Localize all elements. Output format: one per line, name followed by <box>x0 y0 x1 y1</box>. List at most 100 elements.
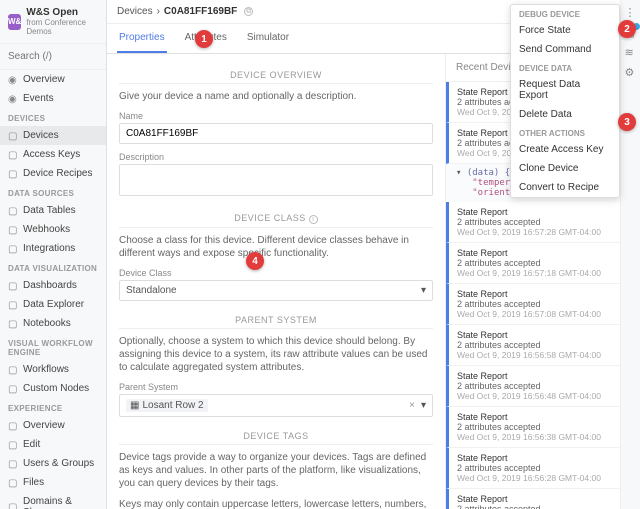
state-item[interactable]: State Report2 attributes acceptedWed Oct… <box>446 284 640 325</box>
callout-4: 4 <box>246 252 264 270</box>
callout-1: 1 <box>195 30 213 48</box>
parent-select[interactable]: ▦Losant Row 2 ×▾ <box>119 394 433 417</box>
nav-item[interactable]: ▢Dashboards <box>0 276 106 295</box>
nav-icon: ▢ <box>8 244 18 254</box>
menu-send-command[interactable]: Send Command <box>511 40 619 59</box>
nav-item[interactable]: ▢Data Explorer <box>0 295 106 314</box>
search-input[interactable] <box>8 48 98 65</box>
nav-item[interactable]: ▢Files <box>0 473 106 492</box>
breadcrumb-current: C0A81FF169BF <box>164 6 237 17</box>
nav-item[interactable]: ▢Device Recipes <box>0 164 106 183</box>
state-item[interactable]: State Report2 attributes acceptedWed Oct… <box>446 448 640 489</box>
org-switcher[interactable]: W& W&S Open from Conference Demos <box>0 0 106 44</box>
description-input[interactable] <box>119 164 433 196</box>
nav-item[interactable]: ▢Overview <box>0 416 106 435</box>
menu-request-export[interactable]: Request Data Export <box>511 75 619 105</box>
org-badge: W& <box>8 14 21 30</box>
nav-icon: ▢ <box>8 384 18 394</box>
settings-icon[interactable]: ⚙ <box>625 66 637 78</box>
tab-properties[interactable]: Properties <box>117 24 167 53</box>
form-column: DEVICE OVERVIEW Give your device a name … <box>107 54 446 509</box>
nav-icon: ▢ <box>8 478 18 488</box>
copy-icon[interactable]: ⧉ <box>244 7 253 16</box>
nav-icon: ▢ <box>8 300 18 310</box>
nav-icon: ▢ <box>8 421 18 431</box>
nav-item[interactable]: ▢Devices <box>0 126 106 145</box>
nav-item[interactable]: ▢Integrations <box>0 239 106 258</box>
tags-desc2: Keys may only contain uppercase letters,… <box>119 498 433 509</box>
nav-icon: ▢ <box>8 319 18 329</box>
callout-3: 3 <box>618 113 636 131</box>
nav-icon: ◉ <box>8 75 18 85</box>
nav-icon: ▢ <box>8 281 18 291</box>
menu-section: OTHER ACTIONS <box>511 124 619 140</box>
overview-desc: Give your device a name and optionally a… <box>119 90 433 103</box>
menu-create-key[interactable]: Create Access Key <box>511 140 619 159</box>
nav-section-label: VISUAL WORKFLOW ENGINE <box>0 333 106 360</box>
state-item[interactable]: State Report2 attributes acceptedWed Oct… <box>446 243 640 284</box>
state-item[interactable]: State Report2 attributes acceptedWed Oct… <box>446 366 640 407</box>
right-rail: ⋮ ◫ ≋ ⚙ <box>620 0 640 509</box>
clear-icon[interactable]: × <box>409 400 415 411</box>
parent-desc: Optionally, choose a system to which thi… <box>119 335 433 374</box>
nav-section-label: DATA VISUALIZATION <box>0 258 106 276</box>
nav-icon: ▢ <box>8 440 18 450</box>
nav-icon: ▢ <box>8 365 18 375</box>
nav-section-label: DATA SOURCES <box>0 183 106 201</box>
nav-icon: ▢ <box>8 150 18 160</box>
callout-2: 2 <box>618 20 636 38</box>
menu-clone[interactable]: Clone Device <box>511 159 619 178</box>
menu-icon[interactable]: ⋮ <box>625 6 637 18</box>
state-item[interactable]: State Report2 attributes acceptedWed Oct… <box>446 325 640 366</box>
state-item[interactable]: State Report2 attributes acceptedWed Oct… <box>446 202 640 243</box>
tags-desc1: Device tags provide a way to organize yo… <box>119 451 433 490</box>
org-sub: from Conference Demos <box>26 18 98 36</box>
nav-item[interactable]: ◉Events <box>0 89 106 108</box>
nav-icon: ▢ <box>8 131 18 141</box>
chevron-down-icon: ▾ <box>421 285 426 296</box>
menu-section: DEBUG DEVICE <box>511 5 619 21</box>
menu-force-state[interactable]: Force State <box>511 21 619 40</box>
nav-item[interactable]: ▢Custom Nodes <box>0 379 106 398</box>
description-label: Description <box>119 152 433 162</box>
section-overview: DEVICE OVERVIEW <box>119 64 433 84</box>
nav-icon: ▢ <box>8 206 18 216</box>
nav-item[interactable]: ▢Webhooks <box>0 220 106 239</box>
nav-section-label: DEVICES <box>0 108 106 126</box>
nav-item[interactable]: ▢Edit <box>0 435 106 454</box>
nav-item[interactable]: ◉Overview <box>0 70 106 89</box>
nav-item[interactable]: ▢Data Tables <box>0 201 106 220</box>
deviceclass-label: Device Class <box>119 268 433 278</box>
sidebar: W& W&S Open from Conference Demos ◉Overv… <box>0 0 107 509</box>
nav-item[interactable]: ▢Access Keys <box>0 145 106 164</box>
section-parent: PARENT SYSTEM <box>119 309 433 329</box>
org-name: W&S Open <box>26 7 98 18</box>
nav-item[interactable]: ▢Domains & Slugs <box>0 492 106 509</box>
menu-section: DEVICE DATA <box>511 59 619 75</box>
menu-recipe[interactable]: Convert to Recipe <box>511 178 619 197</box>
chevron-down-icon: ▾ <box>421 400 426 411</box>
deviceclass-select[interactable]: Standalone▾ <box>119 280 433 301</box>
nav-section-label: EXPERIENCE <box>0 398 106 416</box>
name-input[interactable] <box>119 123 433 144</box>
debug-menu: DEBUG DEVICE Force State Send Command DE… <box>510 4 620 198</box>
nav-icon: ▢ <box>8 459 18 469</box>
nav-icon: ◉ <box>8 94 18 104</box>
state-item[interactable]: State Report2 attributes acceptedWed Oct… <box>446 489 640 509</box>
stream-icon[interactable]: ≋ <box>625 46 637 58</box>
nav-icon: ▢ <box>8 225 18 235</box>
breadcrumb-root[interactable]: Devices <box>117 6 153 17</box>
tab-simulator[interactable]: Simulator <box>245 24 291 53</box>
parent-label: Parent System <box>119 382 433 392</box>
name-label: Name <box>119 111 433 121</box>
section-device-class: DEVICE CLASSi <box>119 207 433 228</box>
state-item[interactable]: State Report2 attributes acceptedWed Oct… <box>446 407 640 448</box>
menu-delete-data[interactable]: Delete Data <box>511 105 619 124</box>
nav-icon: ▢ <box>8 502 18 509</box>
info-icon[interactable]: i <box>309 215 318 224</box>
nav-icon: ▢ <box>8 169 18 179</box>
nav-item[interactable]: ▢Notebooks <box>0 314 106 333</box>
nav-item[interactable]: ▢Users & Groups <box>0 454 106 473</box>
nav-item[interactable]: ▢Workflows <box>0 360 106 379</box>
device-icon: ▦ <box>130 400 139 411</box>
